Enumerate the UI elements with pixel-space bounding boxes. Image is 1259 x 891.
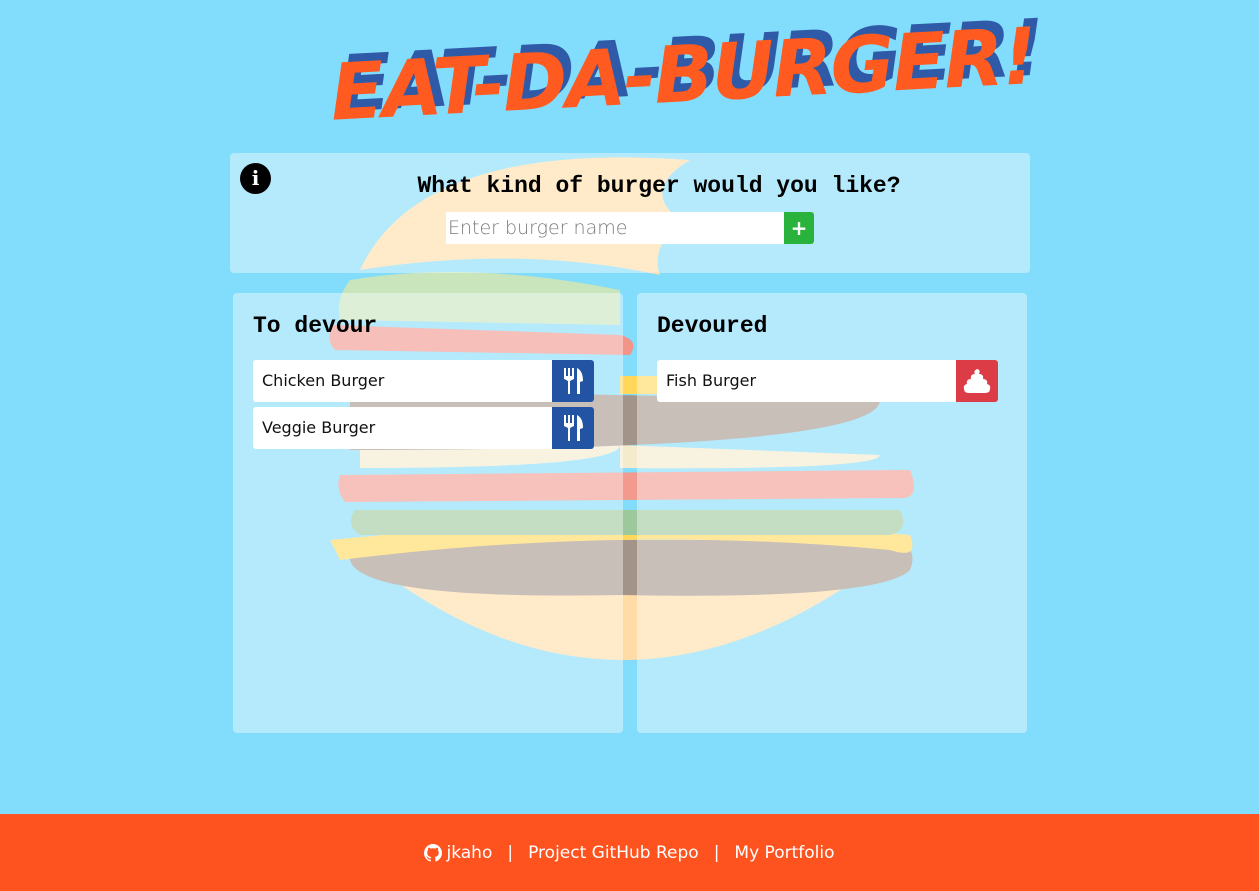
to-devour-title: To devour xyxy=(253,313,378,339)
devour-button[interactable] xyxy=(552,407,594,449)
burger-list-item: Fish Burger xyxy=(657,360,998,402)
burger-name-input[interactable] xyxy=(446,212,784,244)
burger-name: Veggie Burger xyxy=(262,418,376,437)
footer-separator: | xyxy=(713,842,720,863)
burger-list-item: Veggie Burger xyxy=(253,407,594,449)
devour-button[interactable] xyxy=(552,360,594,402)
to-devour-column: To devour Chicken Burger Veggie Burger xyxy=(233,293,623,733)
devoured-title: Devoured xyxy=(657,313,768,339)
github-profile-link[interactable]: jkaho xyxy=(424,843,492,863)
add-burger-button[interactable]: + xyxy=(784,212,814,244)
project-repo-link[interactable]: Project GitHub Repo xyxy=(528,843,699,863)
footer-separator: | xyxy=(507,842,514,863)
utensils-icon xyxy=(564,368,583,394)
logo-text: EAT-DA-BURGER! xyxy=(328,12,1037,139)
burger-form-panel: i What kind of burger would you like? + xyxy=(230,153,1030,273)
github-icon xyxy=(424,843,443,862)
burger-name: Fish Burger xyxy=(666,371,757,390)
utensils-icon xyxy=(564,415,583,441)
github-username: jkaho xyxy=(446,842,493,863)
portfolio-link[interactable]: My Portfolio xyxy=(734,843,834,863)
poop-icon xyxy=(963,369,991,393)
footer: jkaho | Project GitHub Repo | My Portfol… xyxy=(0,814,1259,891)
burger-list-item: Chicken Burger xyxy=(253,360,594,402)
site-logo: EAT-DA-BURGER! EAT-DA-BURGER! xyxy=(326,4,1045,139)
delete-button[interactable] xyxy=(956,360,998,402)
burger-name: Chicken Burger xyxy=(262,371,385,390)
devoured-column: Devoured Fish Burger xyxy=(637,293,1027,733)
form-question: What kind of burger would you like? xyxy=(417,173,901,199)
